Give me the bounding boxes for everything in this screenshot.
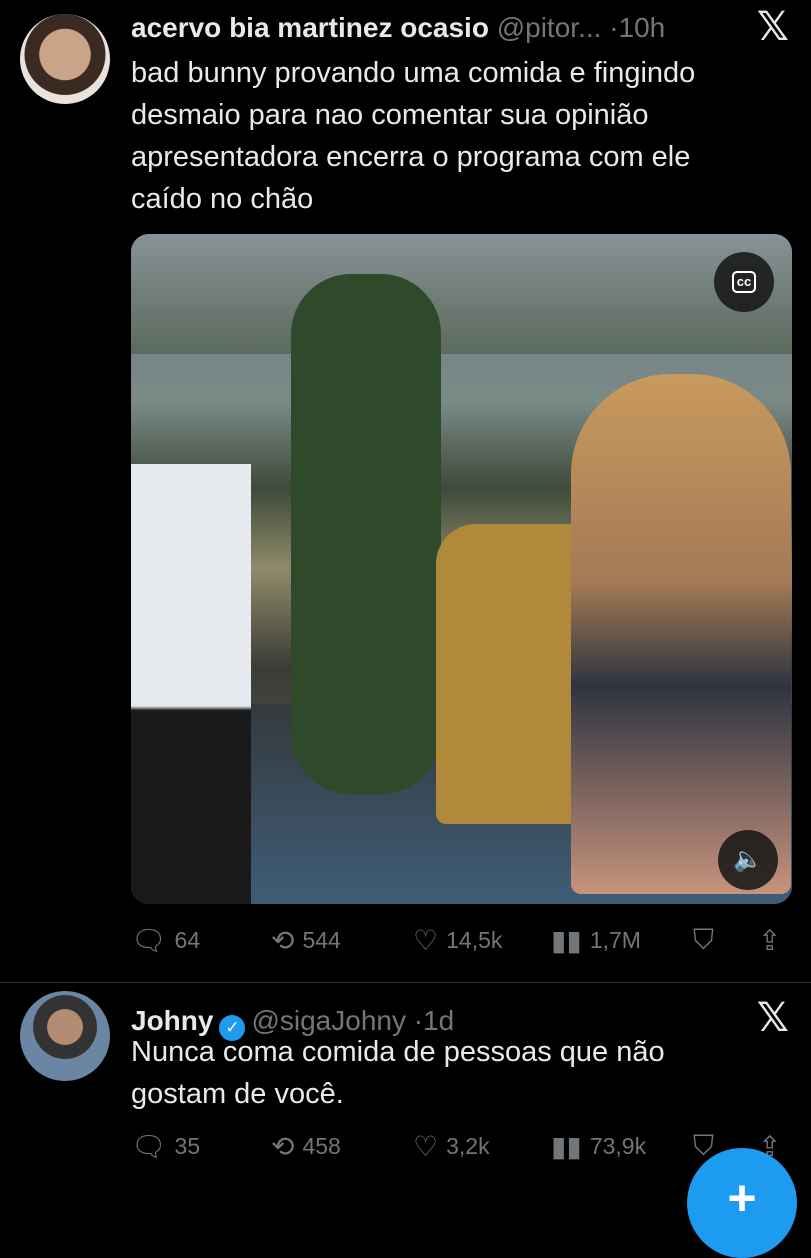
x-logo-icon: 𝕏 xyxy=(756,4,789,50)
tweet-text: Nunca coma comida de pessoas que não gos… xyxy=(131,1036,665,1110)
view-count: 1,7M xyxy=(589,926,641,953)
reply-count: 35 xyxy=(174,1132,201,1159)
retweet-button[interactable]: ⟲ 544 xyxy=(271,920,341,960)
reply-button[interactable]: 🗨 35 xyxy=(131,1126,200,1166)
speaker-icon: 🔈 xyxy=(733,846,763,873)
volume-button[interactable]: 🔈 xyxy=(718,830,778,890)
views-button[interactable]: ▮▮ 1,7M xyxy=(551,920,641,960)
bookmark-button[interactable]: ⛉ xyxy=(693,920,722,960)
author-name[interactable]: acervo bia martinez ocasio xyxy=(131,12,489,43)
reply-count: 64 xyxy=(174,926,201,953)
video-presenter xyxy=(571,374,791,894)
captions-button[interactable]: cc xyxy=(714,252,774,312)
retweet-icon: ⟲ xyxy=(271,1129,295,1163)
like-button[interactable]: ♡ 14,5k xyxy=(413,920,502,960)
video-plant xyxy=(291,274,441,794)
captions-icon: cc xyxy=(731,271,757,293)
reply-icon: 🗨 xyxy=(131,923,167,957)
views-icon: ▮▮ xyxy=(551,923,582,957)
bookmark-icon: ⛉ xyxy=(693,923,715,956)
tweet-actions: 🗨 64 ⟲ 544 ♡ 14,5k ▮▮ 1,7M ⛉ ⇪ xyxy=(131,920,791,960)
video-background xyxy=(131,234,792,354)
like-count: 14,5k xyxy=(446,926,503,953)
compose-plus-icon: + xyxy=(727,1170,757,1226)
video-person-left xyxy=(131,464,251,904)
reply-button[interactable]: 🗨 64 xyxy=(131,920,200,960)
separator-dot: · xyxy=(609,12,619,43)
tweet-text: bad bunny provando uma comida e fingindo… xyxy=(131,57,696,215)
retweet-count: 544 xyxy=(302,926,341,953)
views-icon: ▮▮ xyxy=(551,1129,582,1163)
like-count: 3,2k xyxy=(446,1132,490,1159)
video-player[interactable]: cc 🔈 xyxy=(131,234,792,904)
share-icon: ⇪ xyxy=(758,923,782,957)
tweet-actions: 🗨 35 ⟲ 458 ♡ 3,2k ▮▮ 73,9k ⛉ ⇪ xyxy=(131,1126,791,1166)
tweet[interactable]: Johny ✓ @sigaJohny ·1d 𝕏 Nunca coma comida… xyxy=(0,983,811,1200)
avatar[interactable] xyxy=(20,991,110,1081)
avatar[interactable] xyxy=(20,14,110,104)
view-count: 73,9k xyxy=(589,1132,647,1159)
tweet[interactable]: acervo bia martinez ocasio @pitor... ·10… xyxy=(0,0,811,983)
reply-icon: 🗨 xyxy=(131,1129,167,1163)
like-button[interactable]: ♡ 3,2k xyxy=(413,1126,490,1166)
compose-button[interactable]: + xyxy=(687,1148,797,1258)
retweet-icon: ⟲ xyxy=(271,923,295,957)
views-button[interactable]: ▮▮ 73,9k xyxy=(551,1126,646,1166)
author-handle[interactable]: @pitor... xyxy=(497,12,602,43)
heart-icon: ♡ xyxy=(413,1129,439,1163)
retweet-button[interactable]: ⟲ 458 xyxy=(271,1126,341,1166)
heart-icon: ♡ xyxy=(413,923,439,957)
tweet-header: acervo bia martinez ocasio @pitor... ·10… xyxy=(131,12,665,44)
retweet-count: 458 xyxy=(302,1132,341,1159)
share-button[interactable]: ⇪ xyxy=(758,920,789,960)
timestamp[interactable]: 10h xyxy=(619,12,666,43)
